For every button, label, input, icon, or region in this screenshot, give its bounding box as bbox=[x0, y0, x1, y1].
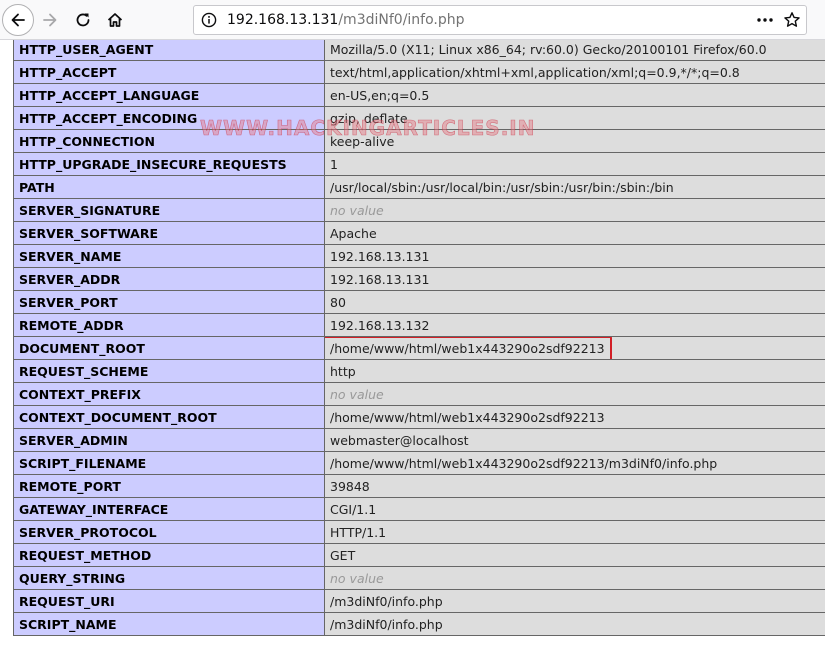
more-dots-icon[interactable] bbox=[756, 12, 774, 28]
row-key: HTTP_CONNECTION bbox=[13, 129, 325, 153]
row-value: /m3diNf0/info.php bbox=[324, 589, 825, 613]
row-key: QUERY_STRING bbox=[13, 566, 325, 590]
row-value: GET bbox=[324, 543, 825, 567]
browser-toolbar: 192.168.13.131/m3diNf0/info.php bbox=[0, 0, 825, 40]
row-value: webmaster@localhost bbox=[324, 428, 825, 452]
row-value: keep-alive bbox=[324, 129, 825, 153]
back-arrow-icon bbox=[11, 13, 25, 27]
reload-icon bbox=[76, 13, 90, 27]
row-key: HTTP_UPGRADE_INSECURE_REQUESTS bbox=[13, 152, 325, 176]
reload-button[interactable] bbox=[67, 4, 99, 36]
url-text[interactable]: 192.168.13.131/m3diNf0/info.php bbox=[227, 12, 465, 29]
row-key: SERVER_SIGNATURE bbox=[13, 198, 325, 222]
row-value: 192.168.13.132 bbox=[324, 313, 825, 337]
table-row: HTTP_UPGRADE_INSECURE_REQUESTS 1 bbox=[13, 152, 825, 176]
row-value: /usr/local/sbin:/usr/local/bin:/usr/sbin… bbox=[324, 175, 825, 199]
row-value: text/html,application/xhtml+xml,applicat… bbox=[324, 60, 825, 84]
table-row: SERVER_PORT 80 bbox=[13, 290, 825, 314]
row-key: SERVER_ADDR bbox=[13, 267, 325, 291]
row-key: HTTP_ACCEPT_ENCODING bbox=[13, 106, 325, 130]
address-bar[interactable]: 192.168.13.131/m3diNf0/info.php bbox=[193, 5, 807, 35]
row-value: 192.168.13.131 bbox=[324, 244, 825, 268]
table-row: SERVER_PROTOCOL HTTP/1.1 bbox=[13, 520, 825, 544]
table-row: REMOTE_ADDR 192.168.13.132 bbox=[13, 313, 825, 337]
row-key: GATEWAY_INTERFACE bbox=[13, 497, 325, 521]
row-key: REQUEST_URI bbox=[13, 589, 325, 613]
row-value: http bbox=[324, 359, 825, 383]
row-key: REQUEST_SCHEME bbox=[13, 359, 325, 383]
highlight-box bbox=[325, 337, 612, 359]
table-row: HTTP_USER_AGENT Mozilla/5.0 (X11; Linux x… bbox=[13, 40, 825, 61]
table-row: HTTP_ACCEPT_ENCODING gzip, deflate bbox=[13, 106, 825, 130]
row-value: 192.168.13.131 bbox=[324, 267, 825, 291]
table-row: SERVER_ADMIN webmaster@localhost bbox=[13, 428, 825, 452]
row-value: en-US,en;q=0.5 bbox=[324, 83, 825, 107]
row-value: no value bbox=[324, 382, 825, 406]
table-row: GATEWAY_INTERFACE CGI/1.1 bbox=[13, 497, 825, 521]
row-key: SCRIPT_NAME bbox=[13, 612, 325, 636]
row-value: gzip, deflate bbox=[324, 106, 825, 130]
table-row: QUERY_STRING no value bbox=[13, 566, 825, 590]
row-key: REQUEST_METHOD bbox=[13, 543, 325, 567]
row-key: SERVER_PORT bbox=[13, 290, 325, 314]
row-value: no value bbox=[324, 198, 825, 222]
row-key: SERVER_ADMIN bbox=[13, 428, 325, 452]
table-row: SCRIPT_FILENAME/home/www/html/web1x44329… bbox=[13, 451, 825, 475]
table-row: SERVER_SIGNATURE no value bbox=[13, 198, 825, 222]
table-row: SERVER_NAME 192.168.13.131 bbox=[13, 244, 825, 268]
row-value: /home/www/html/web1x443290o2sdf92213 bbox=[324, 336, 825, 360]
row-value: 1 bbox=[324, 152, 825, 176]
row-value: /home/www/html/web1x443290o2sdf92213 bbox=[324, 405, 825, 429]
table-row: CONTEXT_DOCUMENT_ROOT/home/www/html/web1… bbox=[13, 405, 825, 429]
row-value: no value bbox=[324, 566, 825, 590]
table-row: PATH/usr/local/sbin:/usr/local/bin:/usr/… bbox=[13, 175, 825, 199]
table-row: REQUEST_URI/m3diNf0/info.php bbox=[13, 589, 825, 613]
row-key: CONTEXT_DOCUMENT_ROOT bbox=[13, 405, 325, 429]
table-row: SERVER_ADDR 192.168.13.131 bbox=[13, 267, 825, 291]
row-key: SCRIPT_FILENAME bbox=[13, 451, 325, 475]
row-value: Mozilla/5.0 (X11; Linux x86_64; rv:60.0)… bbox=[324, 40, 825, 61]
row-key: REMOTE_ADDR bbox=[13, 313, 325, 337]
table-row: SCRIPT_NAME/m3diNf0/info.php bbox=[13, 612, 825, 636]
row-key: HTTP_ACCEPT_LANGUAGE bbox=[13, 83, 325, 107]
row-key: SERVER_SOFTWARE bbox=[13, 221, 325, 245]
table-row: REQUEST_METHOD GET bbox=[13, 543, 825, 567]
phpinfo-table: HTTP_USER_AGENT Mozilla/5.0 (X11; Linux x… bbox=[13, 40, 825, 636]
home-button[interactable] bbox=[99, 4, 131, 36]
table-row: CONTEXT_PREFIX no value bbox=[13, 382, 825, 406]
table-row: HTTP_ACCEPT text/html,application/xhtml+x… bbox=[13, 60, 825, 84]
row-key: DOCUMENT_ROOT bbox=[13, 336, 325, 360]
row-value: /home/www/html/web1x443290o2sdf92213/m3d… bbox=[324, 451, 825, 475]
row-key: HTTP_USER_AGENT bbox=[13, 40, 325, 61]
row-key: PATH bbox=[13, 175, 325, 199]
row-key: SERVER_NAME bbox=[13, 244, 325, 268]
table-row: REQUEST_SCHEME http bbox=[13, 359, 825, 383]
row-key: CONTEXT_PREFIX bbox=[13, 382, 325, 406]
table-row: HTTP_ACCEPT_LANGUAGE en-US,en;q=0.5 bbox=[13, 83, 825, 107]
forward-button[interactable] bbox=[34, 4, 66, 36]
table-row: SERVER_SOFTWARE Apache bbox=[13, 221, 825, 245]
url-host: 192.168.13.131 bbox=[227, 12, 339, 28]
page-content: HTTP_USER_AGENT Mozilla/5.0 (X11; Linux x… bbox=[0, 40, 825, 657]
row-value: CGI/1.1 bbox=[324, 497, 825, 521]
row-value: 80 bbox=[324, 290, 825, 314]
back-button[interactable] bbox=[2, 4, 34, 36]
row-value: /m3diNf0/info.php bbox=[324, 612, 825, 636]
table-row: REMOTE_PORT 39848 bbox=[13, 474, 825, 498]
url-path: /m3diNf0/info.php bbox=[338, 12, 465, 28]
row-key: HTTP_ACCEPT bbox=[13, 60, 325, 84]
row-key: REMOTE_PORT bbox=[13, 474, 325, 498]
star-icon[interactable] bbox=[783, 11, 801, 29]
row-key: SERVER_PROTOCOL bbox=[13, 520, 325, 544]
row-value: 39848 bbox=[324, 474, 825, 498]
row-value: Apache bbox=[324, 221, 825, 245]
home-icon bbox=[107, 13, 123, 27]
row-value: HTTP/1.1 bbox=[324, 520, 825, 544]
table-row: DOCUMENT_ROOT/home/www/html/web1x443290o… bbox=[13, 336, 825, 360]
info-icon[interactable] bbox=[201, 12, 217, 28]
forward-arrow-icon bbox=[43, 13, 57, 27]
table-row: HTTP_CONNECTION keep-alive bbox=[13, 129, 825, 153]
